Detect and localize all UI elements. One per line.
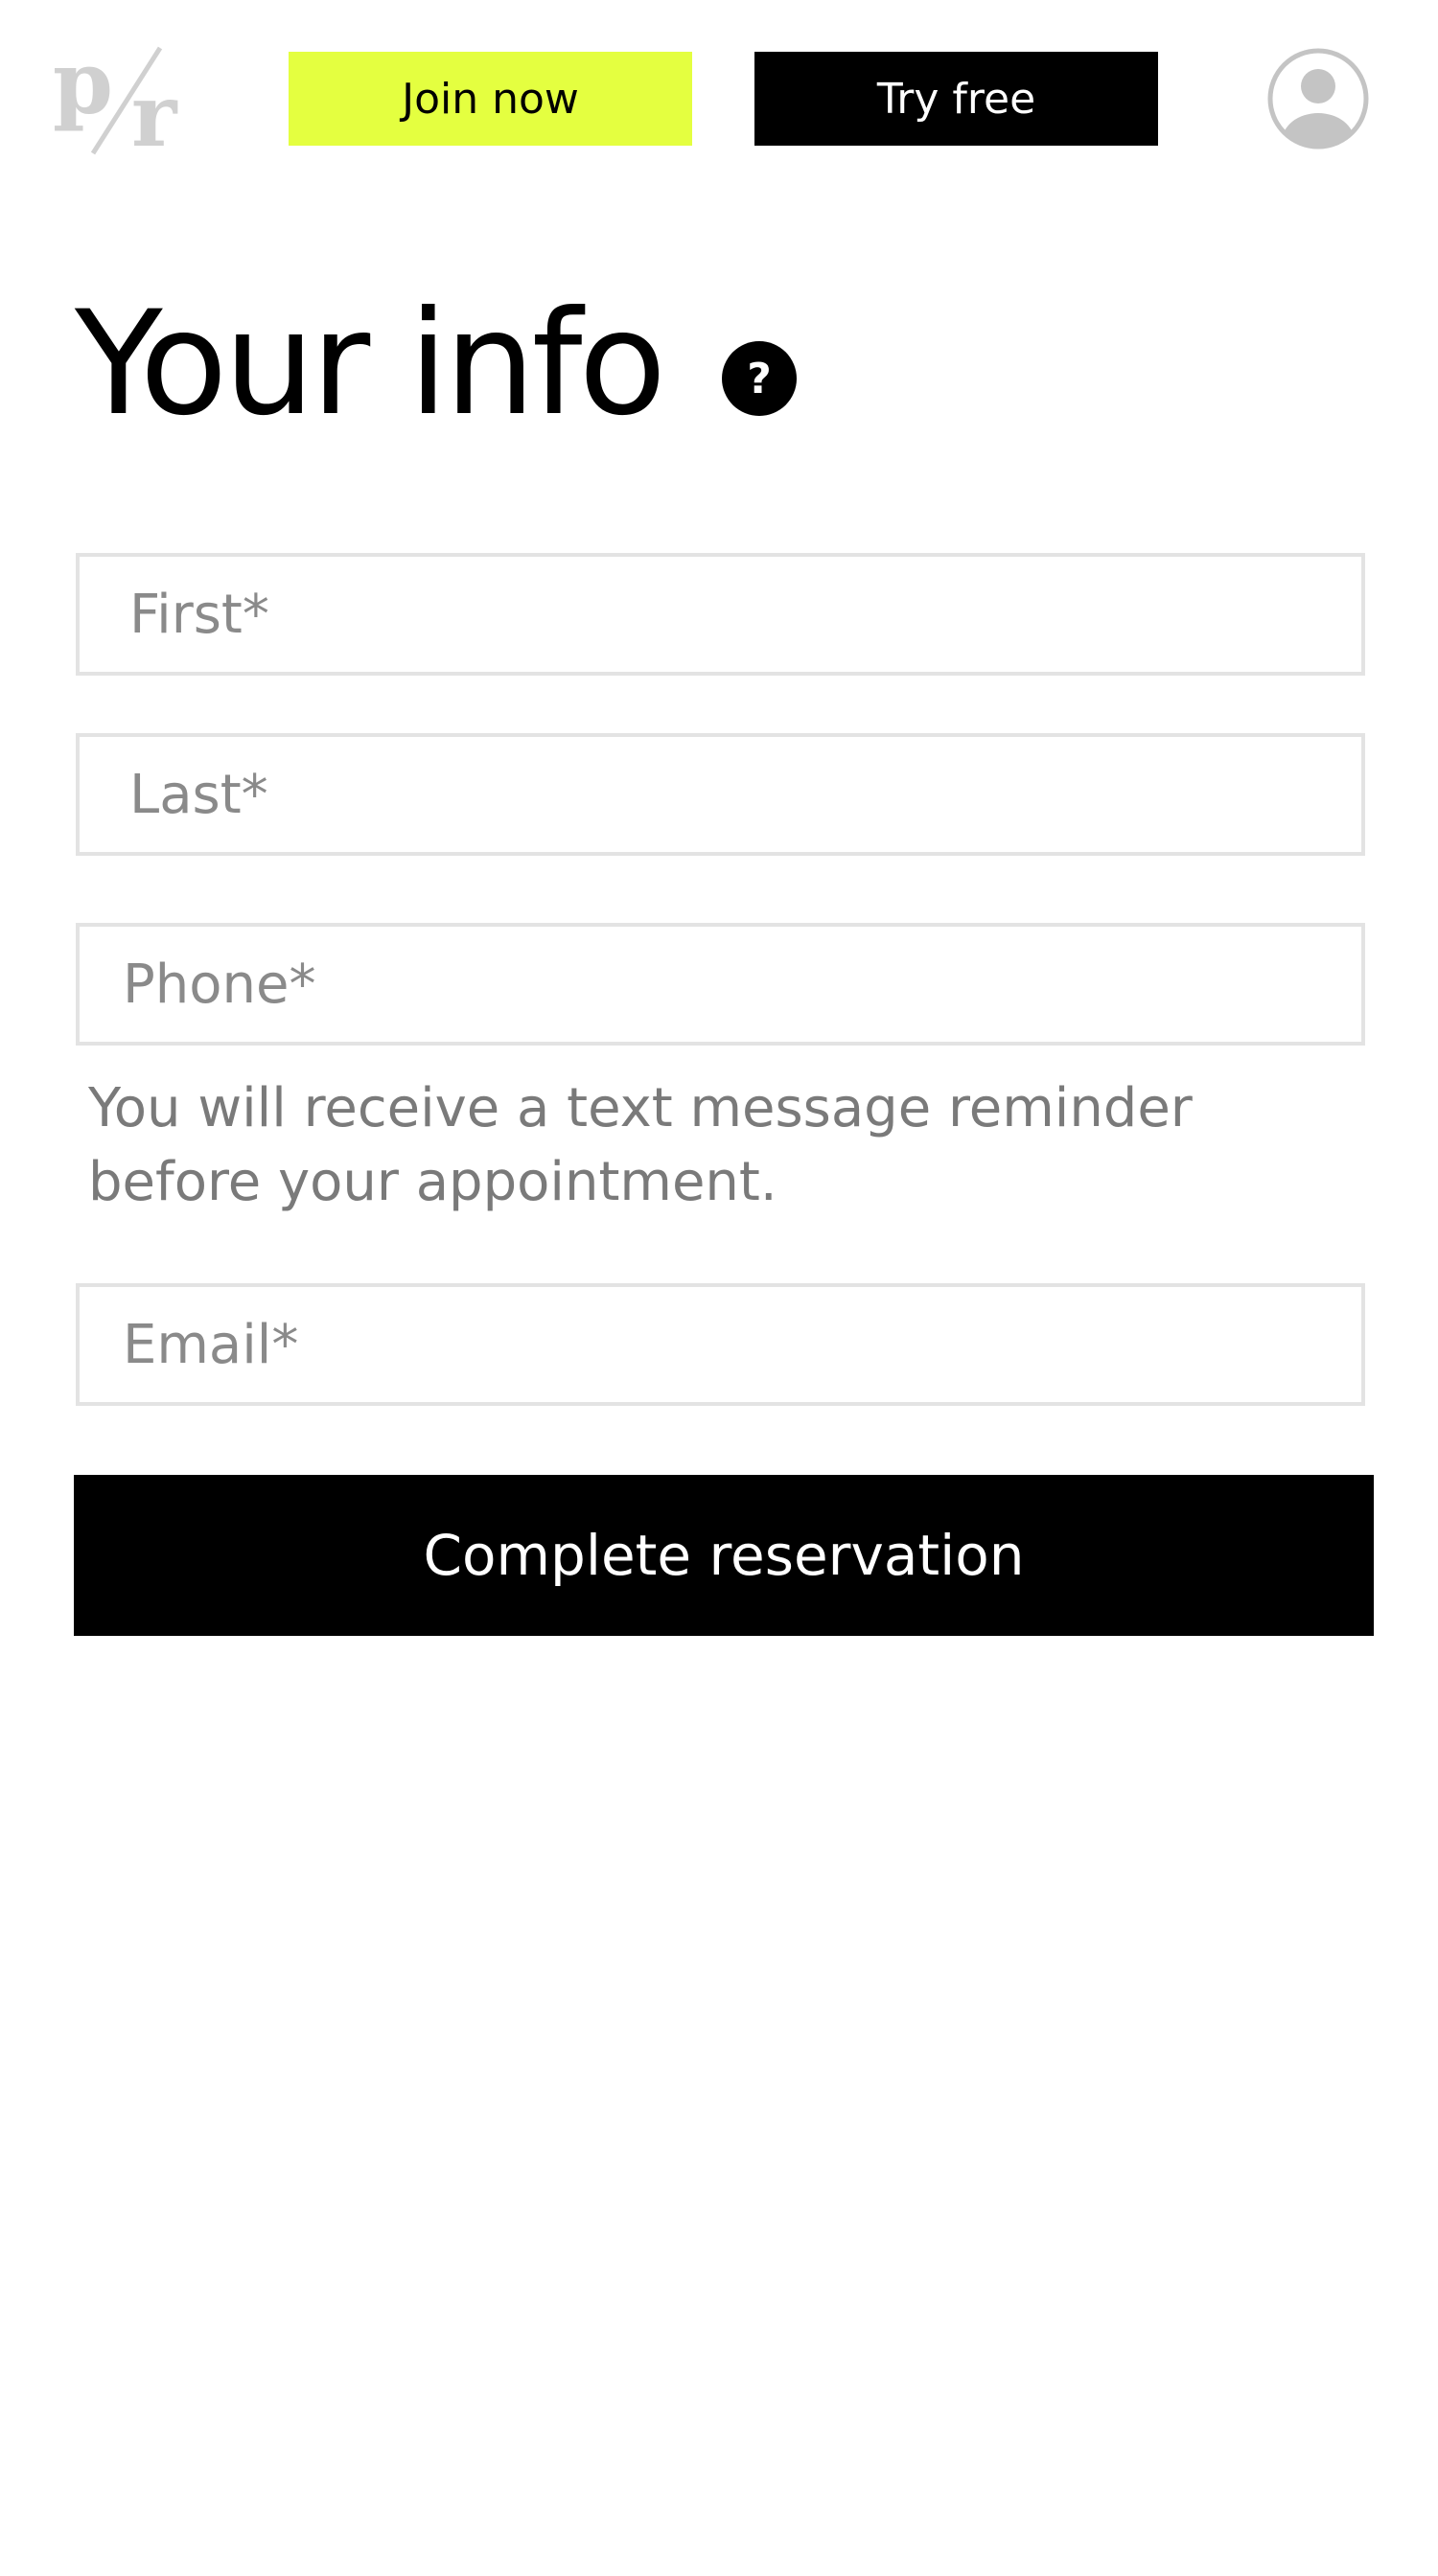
question-circle-icon[interactable]: ?: [722, 341, 798, 416]
brand-logo-mark: p r: [53, 33, 178, 167]
page: p r Join now Try free Your info ? First*…: [0, 0, 1438, 2576]
svg-text:r: r: [131, 65, 178, 158]
svg-text:?: ?: [747, 355, 772, 403]
brand-logo[interactable]: p r: [53, 33, 197, 167]
svg-text:p: p: [53, 38, 113, 134]
title-row: Your info ?: [75, 278, 798, 450]
try-free-button[interactable]: Try free: [754, 52, 1158, 146]
profile-button[interactable]: [1267, 48, 1369, 150]
complete-reservation-button[interactable]: Complete reservation: [74, 1475, 1374, 1636]
first-name-field[interactable]: [76, 553, 1365, 676]
email-field[interactable]: [76, 1283, 1365, 1406]
user-circle-icon: [1267, 48, 1369, 150]
phone-helper-text: You will receive a text message reminder…: [88, 1077, 1193, 1213]
top-bar: p r Join now Try free: [0, 0, 1438, 201]
page-title: Your info: [75, 281, 666, 448]
last-name-field[interactable]: [76, 733, 1365, 856]
join-now-button[interactable]: Join now: [289, 52, 692, 146]
phone-field[interactable]: [76, 923, 1365, 1046]
